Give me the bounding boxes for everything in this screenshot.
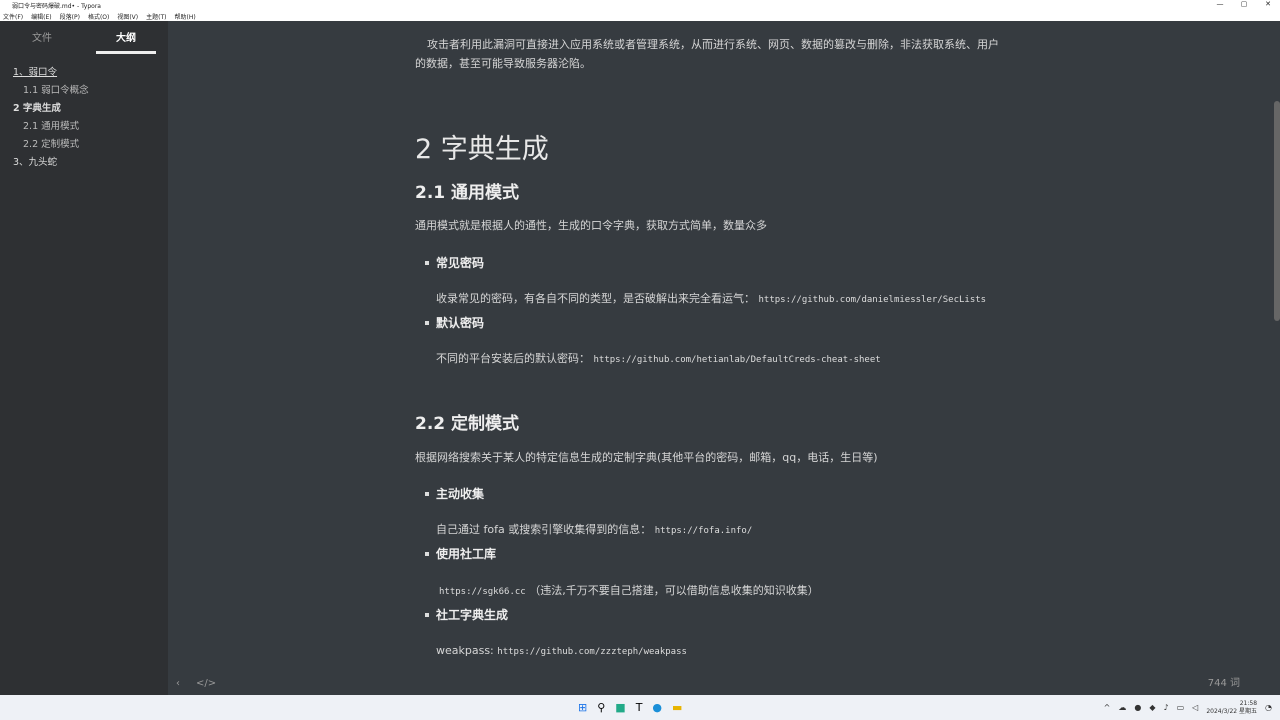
close-button[interactable]: ✕ (1256, 0, 1280, 8)
word-count[interactable]: 744 词 (1208, 674, 1240, 689)
bullet-icon (425, 261, 429, 265)
paragraph: 自己通过 fofa 或搜索引擎收集得到的信息： https://fofa.inf… (436, 520, 752, 541)
maximize-button[interactable]: ▢ (1232, 0, 1256, 8)
bullet-icon (425, 613, 429, 617)
cloud-icon[interactable]: ☁ (1118, 703, 1126, 712)
text: 自己通过 fofa 或搜索引擎收集得到的信息： (436, 523, 652, 536)
outline-item[interactable]: 2 字典生成 (0, 100, 168, 118)
bullet-icon (425, 492, 429, 496)
paragraph: https://sgk66.cc （违法,千万不要自己搭建，可以借助信息收集的知… (439, 581, 819, 602)
scrollbar[interactable] (1274, 101, 1280, 321)
sidebar: 文件 大纲 1、弱口令 1.1 弱口令概念 2 字典生成 2.1 通用模式 2.… (0, 21, 168, 695)
title-bar: 弱口令与密码爆破.md• - Typora — ▢ ✕ (0, 0, 1280, 11)
text: weakpass: (436, 644, 494, 657)
tab-outline[interactable]: 大纲 (84, 21, 168, 54)
heading-1: 2 字典生成 (415, 134, 549, 165)
menu-file[interactable]: 文件(F) (3, 12, 23, 21)
volume-icon[interactable]: ◁ (1192, 703, 1198, 712)
paragraph: 根据网络搜索关于某人的特定信息生成的定制字典(其他平台的密码，邮箱，qq，电话，… (415, 451, 878, 464)
menu-theme[interactable]: 主题(T) (146, 12, 166, 21)
paragraph: weakpass: https://github.com/zzzteph/wea… (436, 641, 687, 662)
menu-bar: 文件(F) 编辑(E) 段落(P) 格式(O) 视图(V) 主题(T) 帮助(H… (0, 11, 1280, 21)
menu-view[interactable]: 视图(V) (117, 12, 138, 21)
list-heading: 社工字典生成 (436, 608, 509, 622)
menu-format[interactable]: 格式(O) (88, 12, 109, 21)
shield-icon[interactable]: ◆ (1149, 703, 1155, 712)
search-icon[interactable]: ⚲ (597, 701, 605, 714)
time: 21:58 (1239, 699, 1258, 707)
link[interactable]: https://github.com/danielmiessler/SecLis… (759, 295, 987, 305)
link[interactable]: https://sgk66.cc (439, 587, 526, 597)
link[interactable]: https://github.com/zzzteph/weakpass (497, 647, 687, 657)
qq-icon[interactable]: ● (1134, 703, 1141, 712)
file-explorer-icon[interactable]: ▬ (672, 701, 682, 714)
notification-bell-icon[interactable]: ◔ (1265, 703, 1272, 712)
clock[interactable]: 21:58 2024/3/22 星期五 (1206, 700, 1257, 716)
paragraph: 的数据，甚至可能导致服务器沦陷。 (415, 57, 591, 70)
taskbar: ⊞ ⚲ ■ T ● ▬ ^ ☁ ● ◆ ♪ ▭ ◁ 21:58 2024/3/22… (0, 695, 1280, 720)
list-heading: 主动收集 (436, 487, 485, 501)
menu-help[interactable]: 帮助(H) (175, 12, 196, 21)
window-title: 弱口令与密码爆破.md• - Typora (12, 3, 101, 10)
paragraph: 攻击者利用此漏洞可直接进入应用系统或者管理系统，从而进行系统、网页、数据的篡改与… (427, 38, 999, 51)
paragraph: 不同的平台安装后的默认密码： https://github.com/hetian… (436, 349, 881, 370)
list-heading: 使用社工库 (436, 547, 497, 561)
microphone-icon[interactable]: ♪ (1164, 703, 1169, 712)
pycharm-icon[interactable]: ■ (615, 701, 625, 714)
tab-files[interactable]: 文件 (0, 21, 84, 54)
bullet-icon (425, 321, 429, 325)
text: 收录常见的密码，有各自不同的类型，是否破解出来完全看运气： (436, 292, 755, 305)
outline-item[interactable]: 2.1 通用模式 (0, 118, 168, 136)
date: 2024/3/22 星期五 (1206, 707, 1258, 715)
typora-icon[interactable]: T (636, 701, 643, 714)
windows-start-icon[interactable]: ⊞ (578, 701, 587, 714)
outline-item[interactable]: 1.1 弱口令概念 (0, 82, 168, 100)
menu-paragraph[interactable]: 段落(P) (60, 12, 80, 21)
list-heading: 默认密码 (436, 316, 485, 330)
outline-item[interactable]: 2.2 定制模式 (0, 136, 168, 154)
outline-item[interactable]: 3、九头蛇 (0, 154, 168, 172)
text: （违法,千万不要自己搭建，可以借助信息收集的知识收集） (529, 584, 819, 597)
paragraph: 通用模式就是根据人的通性，生成的口令字典，获取方式简单，数量众多 (415, 219, 767, 232)
outline-item[interactable]: 1、弱口令 (0, 64, 168, 82)
bullet-icon (425, 552, 429, 556)
chevron-up-icon[interactable]: ^ (1104, 703, 1111, 712)
editor[interactable]: 攻击者利用此漏洞可直接进入应用系统或者管理系统，从而进行系统、网页、数据的篡改与… (168, 21, 1280, 695)
edge-icon[interactable]: ● (652, 701, 662, 714)
network-icon[interactable]: ▭ (1177, 703, 1185, 712)
list-heading: 常见密码 (436, 256, 485, 270)
menu-edit[interactable]: 编辑(E) (31, 12, 51, 21)
heading-2: 2.2 定制模式 (415, 414, 520, 434)
link[interactable]: https://fofa.info/ (655, 526, 753, 536)
toggle-sidebar-icon[interactable]: ‹ (176, 678, 180, 689)
paragraph: 收录常见的密码，有各自不同的类型，是否破解出来完全看运气： https://gi… (436, 289, 986, 310)
minimize-button[interactable]: — (1208, 0, 1232, 8)
link[interactable]: https://github.com/hetianlab/DefaultCred… (594, 355, 881, 365)
text: 不同的平台安装后的默认密码： (436, 352, 590, 365)
heading-2: 2.1 通用模式 (415, 183, 520, 203)
source-code-icon[interactable]: </> (196, 678, 216, 689)
